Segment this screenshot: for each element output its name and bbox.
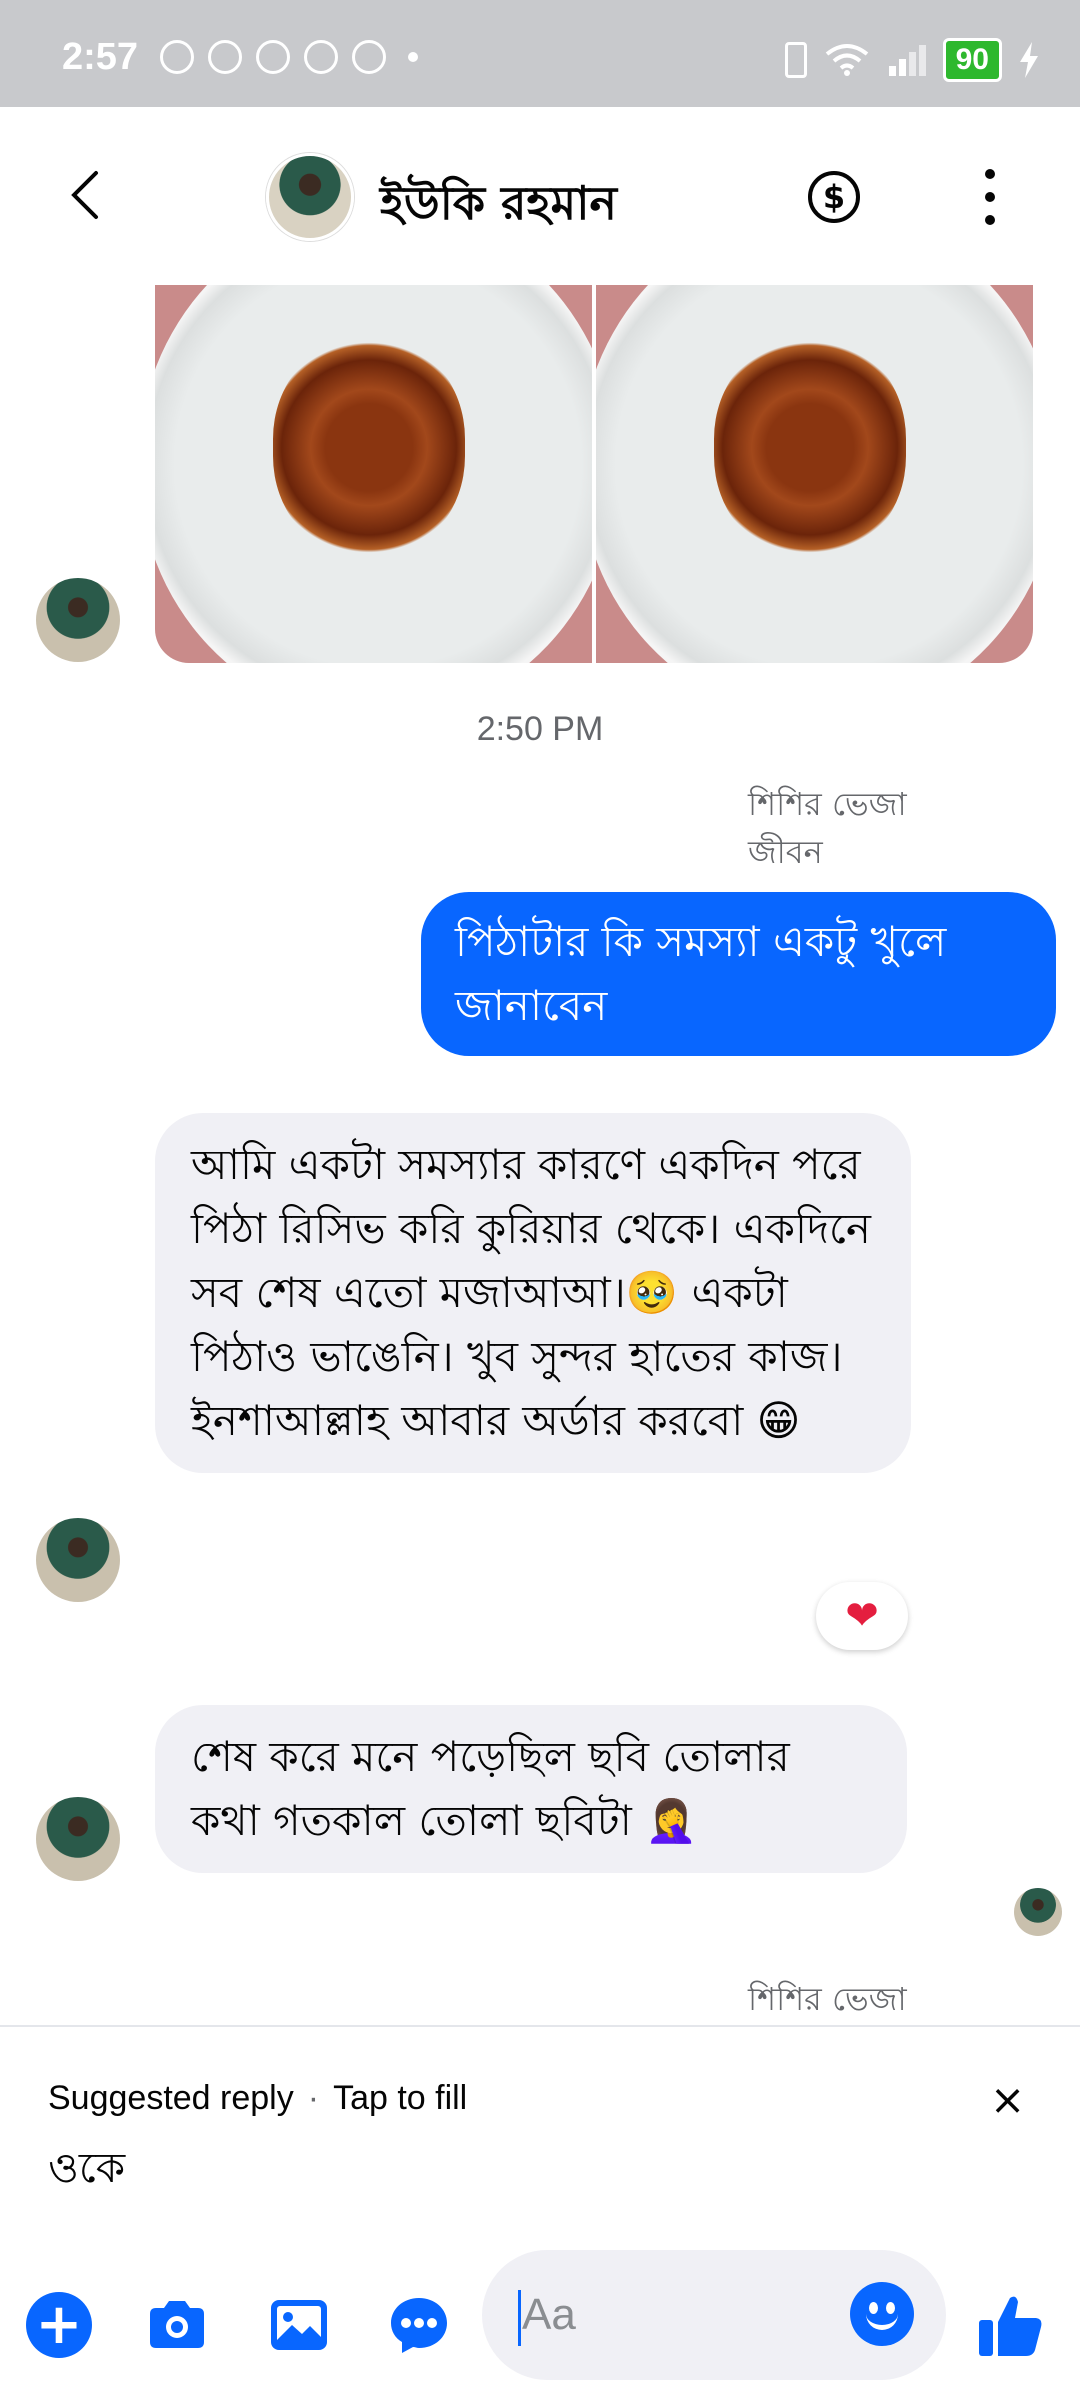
tap-to-fill-label: Tap to fill [333, 2079, 468, 2117]
dot-icon [408, 52, 418, 62]
sender-avatar[interactable] [36, 578, 120, 662]
chat-bubble-icon[interactable] [386, 2292, 452, 2358]
status-indicators: 90 [784, 38, 1040, 82]
thumbs-up-icon[interactable] [976, 2290, 1046, 2360]
camera-icon[interactable] [144, 2292, 210, 2358]
incoming-message-bubble[interactable]: শেষ করে মনে পড়েছিল ছবি তোলার কথা গতকাল … [155, 1705, 907, 1873]
sender-avatar[interactable] [36, 1518, 120, 1602]
contact-name[interactable]: ইউকি রহমান [380, 169, 617, 245]
heart-reaction-icon[interactable]: ❤ [816, 1582, 908, 1650]
message-input-placeholder: Aa [522, 2290, 576, 2339]
outgoing-message-bubble[interactable]: পিঠাটার কি সমস্যা একটু খুলে জানাবেন [421, 892, 1056, 1056]
whatsapp-icon [160, 40, 194, 74]
status-time: 2:57 [62, 36, 139, 78]
vibrate-icon [784, 42, 807, 78]
sender-avatar[interactable] [36, 1797, 120, 1881]
messenger-icon [208, 40, 242, 74]
reply-context-label: শিশির ভেজা [748, 1980, 907, 2018]
separator: · [307, 2079, 320, 2117]
notification-icons [160, 40, 418, 74]
suggested-reply-label: Suggested reply [48, 2079, 294, 2117]
suggested-reply-panel[interactable]: Suggested reply · Tap to fill ওকে × [0, 2025, 1080, 2250]
message-input[interactable]: Aa [482, 2250, 946, 2380]
signal-icon [888, 45, 926, 76]
emoji-icon[interactable] [850, 2282, 914, 2346]
plus-icon[interactable]: + [26, 2292, 92, 2358]
suggested-reply-text[interactable]: ওকে [48, 2135, 125, 2206]
reply-context-label: শিশির ভেজা জীবন [748, 785, 907, 871]
payment-icon[interactable]: $ [808, 171, 860, 223]
messenger-alt-icon [256, 40, 290, 74]
conversation-area[interactable]: 2:50 PM শিশির ভেজা জীবন পিঠাটার কি সমস্য… [0, 285, 1080, 2025]
contact-avatar[interactable] [266, 153, 354, 241]
seen-indicator-avatar [1014, 1888, 1062, 1936]
facebook-icon [304, 40, 338, 74]
photo-attachment[interactable] [592, 285, 1033, 663]
photo-attachments [155, 285, 1033, 663]
text-caret [518, 2290, 521, 2346]
gallery-icon[interactable] [266, 2292, 332, 2358]
charging-icon [1020, 42, 1038, 78]
chat-header: ইউকি রহমান $ [0, 107, 1080, 285]
status-bar: 2:57 90 [0, 0, 1080, 107]
incoming-message-bubble[interactable]: আমি একটা সমস্যার কারণে একদিন পরে পিঠা রি… [155, 1113, 911, 1473]
back-arrow-icon[interactable] [60, 165, 110, 225]
pitha-shape [713, 337, 907, 558]
close-icon[interactable]: × [990, 2075, 1025, 2124]
message-timestamp: 2:50 PM [476, 710, 604, 748]
battery-indicator: 90 [942, 38, 1002, 82]
more-options-icon[interactable] [970, 167, 1010, 227]
message-composer: + Aa [0, 2250, 1080, 2400]
suggested-reply-header: Suggested reply · Tap to fill [48, 2079, 467, 2118]
wifi-icon [825, 44, 868, 76]
facebook-icon [352, 40, 386, 74]
photo-attachment[interactable] [155, 285, 592, 663]
pitha-shape [272, 337, 466, 558]
